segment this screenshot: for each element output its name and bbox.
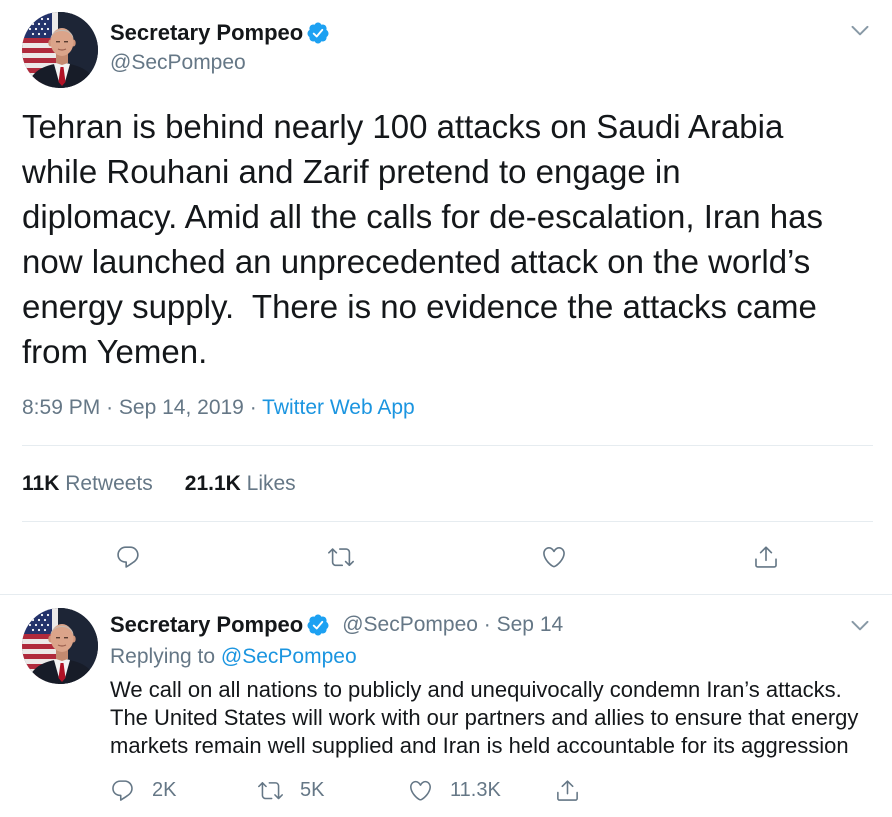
tweet-timestamp: 8:59 PM · Sep 14, 2019 · Twitter Web App [22, 396, 415, 420]
meta-separator: · [106, 396, 114, 419]
reply-header: Secretary Pompeo @SecPompeo · Sep 14 [110, 612, 563, 638]
retweet-count: 5K [300, 778, 325, 801]
tweet-text-line: Tehran is behind nearly 100 attacks on S… [22, 108, 784, 145]
reply-button[interactable]: 2K [110, 777, 176, 803]
likes-count: 21.1K [184, 472, 241, 495]
replying-to-label: Replying to [110, 645, 216, 668]
reply-text-line: The United States will work with our par… [110, 705, 859, 730]
tweet-text-line: diplomacy. Amid all the calls for de-esc… [22, 198, 823, 235]
reply-text-line: markets remain well supplied and Iran is… [110, 733, 849, 758]
chevron-down-icon[interactable] [848, 613, 872, 637]
likes-label: Likes [246, 472, 296, 495]
tweet-separator [0, 594, 892, 595]
reply-meta: @SecPompeo · Sep 14 [342, 613, 563, 637]
tweet-text-line: while Rouhani and Zarif pretend to engag… [22, 153, 681, 190]
avatar[interactable] [22, 12, 98, 88]
likes-stat[interactable]: 21.1K Likes [185, 472, 296, 496]
reply-text: We call on all nations to publicly and u… [110, 676, 858, 760]
share-icon [555, 778, 580, 803]
tweet-source-link[interactable]: Twitter Web App [262, 396, 415, 419]
retweet-icon [328, 544, 354, 570]
retweet-button[interactable] [328, 544, 354, 570]
like-icon [541, 544, 567, 570]
share-icon [753, 544, 779, 570]
chevron-down-icon[interactable] [848, 18, 872, 42]
tweet-stats: 11K Retweets 21.1K Likes [22, 472, 296, 496]
meta-separator: · [249, 396, 257, 419]
retweet-icon [258, 778, 283, 803]
share-button[interactable] [753, 544, 779, 570]
tweet-date: Sep 14, 2019 [118, 396, 244, 419]
avatar[interactable] [22, 608, 98, 684]
tweet-text-line: from Yemen. [22, 333, 208, 370]
author-name[interactable]: Secretary Pompeo [110, 612, 303, 638]
tweet-text: Tehran is behind nearly 100 attacks on S… [22, 104, 823, 374]
like-button[interactable]: 11.3K [408, 777, 501, 803]
retweets-stat[interactable]: 11K Retweets [22, 472, 153, 496]
retweets-count: 11K [22, 472, 60, 495]
author-handle[interactable]: @SecPompeo [110, 50, 246, 76]
share-button[interactable] [555, 777, 580, 803]
reply-icon [115, 544, 141, 570]
retweets-label: Retweets [65, 472, 153, 495]
tweet-text-line: now launched an unprecedented attack on … [22, 243, 811, 280]
replying-to-handle-link[interactable]: @SecPompeo [221, 645, 357, 668]
meta-separator: · [483, 613, 491, 636]
author-name[interactable]: Secretary Pompeo [110, 20, 303, 46]
like-count: 11.3K [450, 778, 501, 801]
replying-to: Replying to @SecPompeo [110, 644, 357, 670]
author-name-row: Secretary Pompeo [110, 20, 330, 46]
reply-button[interactable] [115, 544, 141, 570]
tweet-time: 8:59 PM [22, 396, 101, 419]
divider [22, 521, 873, 522]
verified-badge-icon [306, 21, 330, 45]
reply-icon [110, 778, 135, 803]
tweet-date-link[interactable]: Sep 14 [497, 613, 564, 636]
verified-badge-icon [306, 613, 330, 637]
tweet-text-line: energy supply. There is no evidence the … [22, 288, 817, 325]
like-icon [408, 778, 433, 803]
reply-text-line: We call on all nations to publicly and u… [110, 677, 842, 702]
divider [22, 445, 873, 446]
reply-count: 2K [152, 778, 177, 801]
retweet-button[interactable]: 5K [258, 777, 324, 803]
like-button[interactable] [541, 544, 567, 570]
author-handle[interactable]: @SecPompeo [342, 613, 478, 636]
